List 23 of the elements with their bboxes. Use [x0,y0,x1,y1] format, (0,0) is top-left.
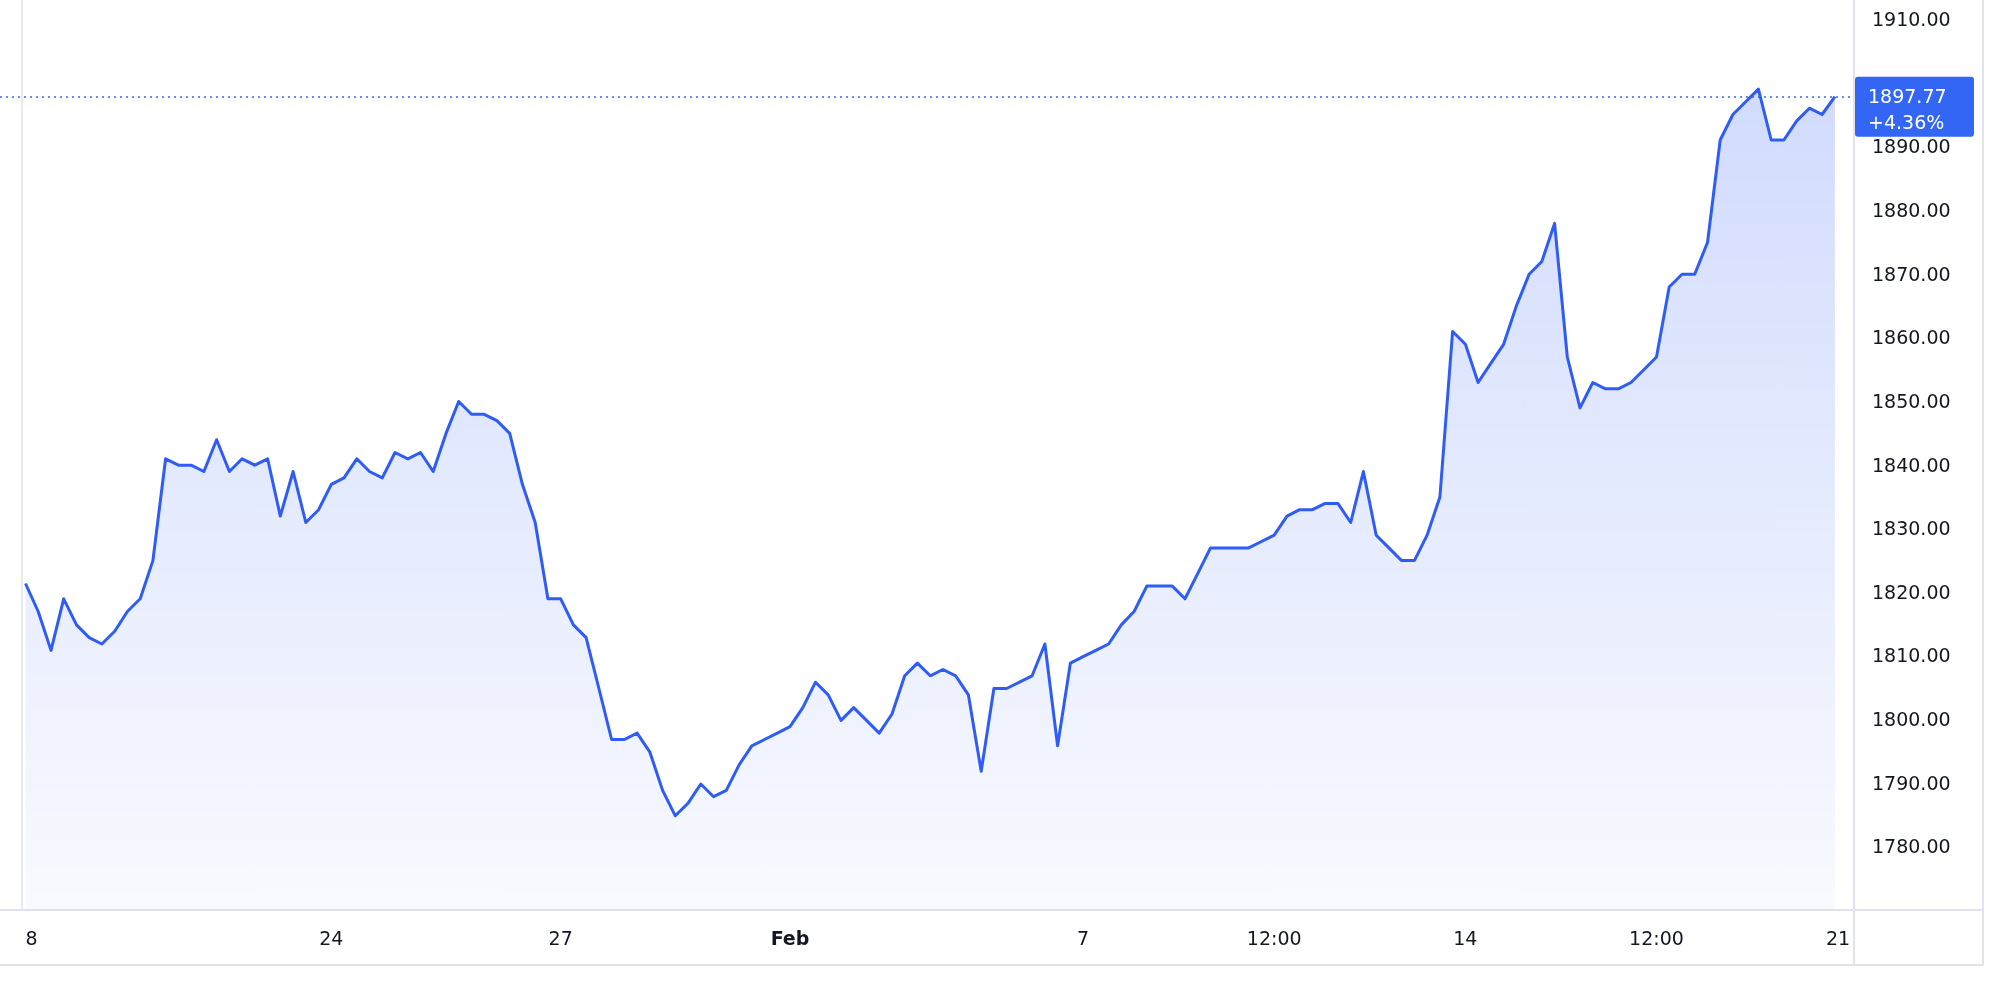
axis-label: 1840.00 [1872,453,1951,476]
axis-label: 8 [25,927,38,949]
axis-label: 1790.00 [1872,771,1951,794]
axis-label: 1910.00 [1872,8,1951,31]
axis-label: 1800.00 [1872,708,1951,731]
axis-label: 21 [1825,927,1851,949]
axis-label: 27 [548,927,573,949]
axis-label: 1820.00 [1872,580,1951,603]
axis-label: 12:00 [1246,927,1302,949]
axis-label: 1830.00 [1872,517,1951,540]
axis-label: 1780.00 [1872,835,1951,858]
axis-label: 12:00 [1629,927,1684,949]
axis-label: 1870.00 [1872,262,1951,285]
axis-label: Feb [770,927,810,949]
axis-label: 24 [319,927,344,949]
axis-label: 1860.00 [1872,326,1951,349]
axis-label: 1810.00 [1872,644,1951,667]
price-badge: 1897.77 +4.36% [1855,76,1974,137]
axis-label: 14 [1453,927,1478,949]
axis-label: 1890.00 [1872,135,1951,158]
axis-label: 1850.00 [1872,389,1951,412]
axis-label: 7 [1077,927,1090,949]
axis-label: 1880.00 [1872,199,1951,221]
